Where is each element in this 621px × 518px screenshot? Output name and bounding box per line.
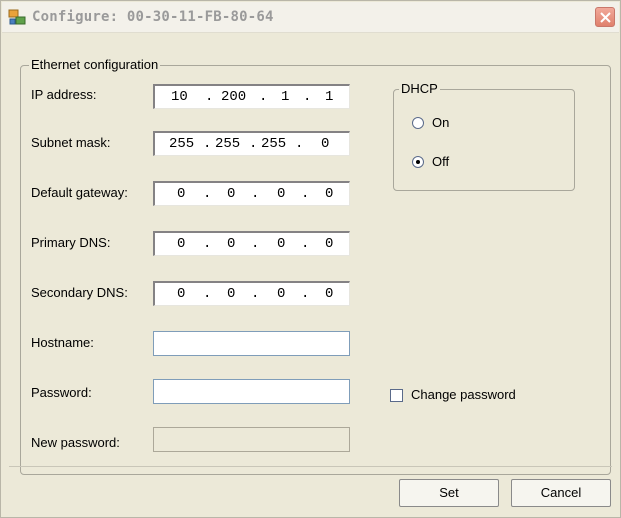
subnet-octet-2: 255 (215, 136, 241, 152)
ip-octet-3: 1 (281, 89, 290, 105)
dns2-octet-2: 0 (227, 286, 236, 302)
change-password-checkbox[interactable] (390, 389, 403, 402)
change-password-label[interactable]: Change password (411, 387, 516, 402)
gateway-octet-4: 0 (325, 186, 334, 202)
subnet-mask-label: Subnet mask: (31, 135, 111, 150)
close-button[interactable] (595, 7, 615, 27)
dhcp-legend: DHCP (399, 81, 440, 96)
subnet-octet-4: 0 (321, 136, 330, 152)
network-app-icon (8, 9, 26, 25)
secondary-dns-field[interactable]: 0 . 0 . 0 . 0 (153, 281, 350, 306)
ip-address-label: IP address: (31, 87, 97, 102)
close-icon (600, 12, 611, 23)
default-gateway-field[interactable]: 0 . 0 . 0 . 0 (153, 181, 350, 206)
hostname-label: Hostname: (31, 335, 94, 350)
dhcp-off-label[interactable]: Off (432, 154, 449, 169)
configure-dialog: Configure: 00-30-11-FB-80-64 Ethernet co… (0, 0, 621, 518)
hostname-input[interactable] (153, 331, 350, 356)
ip-address-field[interactable]: 10 . 200 . 1 . 1 (153, 84, 350, 109)
new-password-label: New password: (31, 435, 120, 450)
ethernet-config-legend: Ethernet configuration (29, 57, 161, 72)
dns1-octet-3: 0 (277, 236, 286, 252)
window-title: Configure: 00-30-11-FB-80-64 (32, 9, 274, 25)
gateway-octet-2: 0 (227, 186, 236, 202)
cancel-button[interactable]: Cancel (511, 479, 611, 507)
ip-octet-4: 1 (325, 89, 334, 105)
new-password-input[interactable] (153, 427, 350, 452)
ip-octet-1: 10 (171, 89, 188, 105)
title-bar[interactable]: Configure: 00-30-11-FB-80-64 (2, 2, 619, 33)
dns1-octet-4: 0 (325, 236, 334, 252)
bottom-divider (9, 466, 612, 467)
ip-octet-2: 200 (221, 89, 247, 105)
dhcp-group (393, 89, 575, 191)
dhcp-off-radio[interactable] (412, 156, 424, 168)
dns2-octet-4: 0 (325, 286, 334, 302)
subnet-octet-3: 255 (261, 136, 287, 152)
secondary-dns-label: Secondary DNS: (31, 285, 128, 300)
gateway-octet-3: 0 (277, 186, 286, 202)
default-gateway-label: Default gateway: (31, 185, 128, 200)
dns1-octet-1: 0 (177, 236, 186, 252)
gateway-octet-1: 0 (177, 186, 186, 202)
subnet-mask-field[interactable]: 255 . 255 . 255 . 0 (153, 131, 350, 156)
dhcp-on-label[interactable]: On (432, 115, 449, 130)
dns2-octet-1: 0 (177, 286, 186, 302)
password-input[interactable] (153, 379, 350, 404)
dhcp-on-radio[interactable] (412, 117, 424, 129)
subnet-octet-1: 255 (169, 136, 195, 152)
dns2-octet-3: 0 (277, 286, 286, 302)
password-label: Password: (31, 385, 92, 400)
dns1-octet-2: 0 (227, 236, 236, 252)
primary-dns-field[interactable]: 0 . 0 . 0 . 0 (153, 231, 350, 256)
primary-dns-label: Primary DNS: (31, 235, 111, 250)
set-button[interactable]: Set (399, 479, 499, 507)
radio-selected-dot (416, 160, 420, 164)
